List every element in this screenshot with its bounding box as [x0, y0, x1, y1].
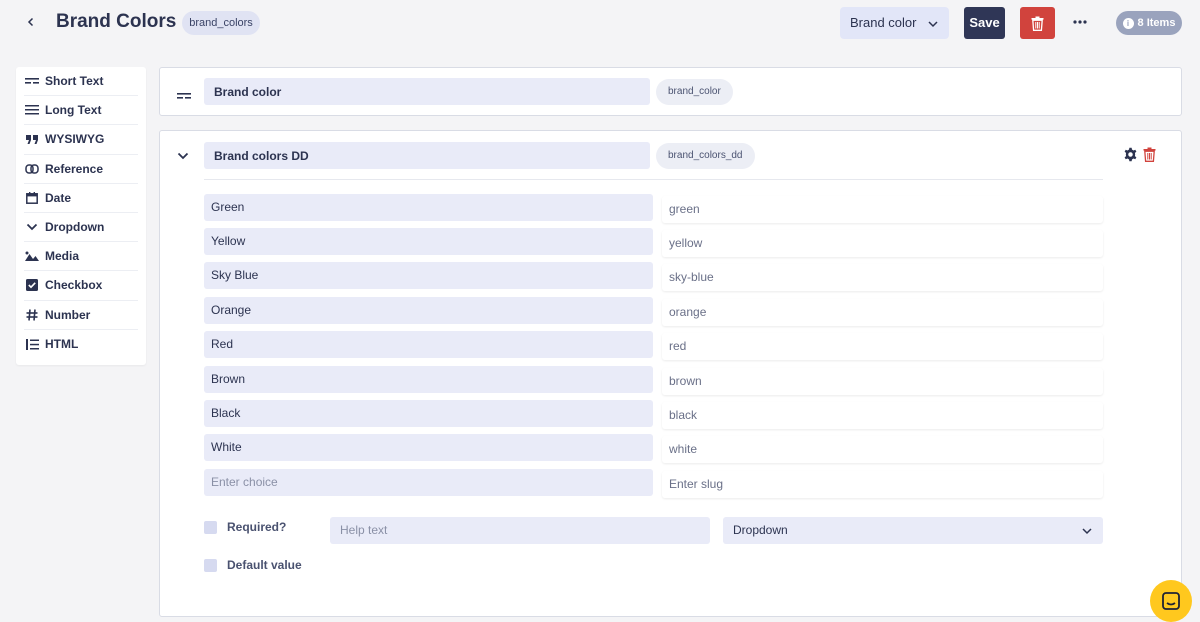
field-panel-brand-colors-dd: Brand colors DD brand_colors_dd Green gr…: [159, 130, 1182, 617]
choice-label-input[interactable]: Black: [204, 400, 653, 427]
sidebar-item-checkbox[interactable]: Checkbox: [24, 271, 138, 301]
field-select-value: Brand color: [850, 15, 917, 30]
chat-icon: [1162, 592, 1180, 610]
choice-slug-input[interactable]: black: [662, 402, 1103, 429]
new-slug-input[interactable]: Enter slug: [662, 471, 1103, 498]
hash-icon: [24, 308, 40, 322]
chevron-down-icon: [1081, 517, 1093, 544]
sidebar-item-label: Reference: [45, 161, 104, 176]
collection-slug-badge: brand_colors: [182, 11, 260, 35]
field-type-sidebar: Short Text Long Text WYSIWYG Reference D…: [16, 67, 146, 365]
field-type-select[interactable]: Dropdown: [723, 517, 1103, 544]
sidebar-item-label: Media: [45, 249, 80, 264]
sidebar-item-media[interactable]: Media: [24, 242, 138, 272]
sidebar-item-reference[interactable]: Reference: [24, 155, 138, 184]
choice-slug-input[interactable]: white: [662, 436, 1103, 463]
sidebar-item-long-text[interactable]: Long Text: [24, 96, 138, 126]
sidebar-item-label: Dropdown: [45, 220, 105, 235]
sidebar-item-label: Long Text: [45, 103, 102, 118]
choice-slug-input[interactable]: yellow: [662, 230, 1103, 257]
sidebar-item-html[interactable]: HTML: [24, 330, 138, 359]
required-option: Required?: [204, 520, 286, 534]
items-count-text: 8 Items: [1137, 17, 1176, 29]
choice-row: Green green: [204, 194, 1103, 223]
short-text-icon: [24, 74, 40, 88]
chevron-down-icon: [927, 7, 939, 39]
list-icon: [24, 337, 40, 351]
sidebar-item-label: Date: [45, 190, 72, 205]
info-icon: i: [1122, 17, 1134, 29]
required-label: Required?: [227, 520, 287, 534]
choice-row: Brown brown: [204, 366, 1103, 395]
choice-slug-input[interactable]: orange: [662, 299, 1103, 326]
field-name-input[interactable]: Brand colors DD: [204, 142, 650, 169]
choice-label-input[interactable]: Green: [204, 194, 653, 221]
delete-button[interactable]: [1020, 7, 1055, 39]
sidebar-item-label: HTML: [45, 337, 79, 352]
field-type-select-value: Dropdown: [733, 523, 788, 537]
back-icon[interactable]: [22, 13, 40, 31]
gear-icon[interactable]: [1123, 147, 1139, 163]
short-text-icon[interactable]: [177, 87, 191, 99]
sidebar-item-number[interactable]: Number: [24, 301, 138, 330]
chat-launcher-button[interactable]: [1150, 580, 1192, 622]
choice-row: Red red: [204, 331, 1103, 360]
trash-icon[interactable]: [1143, 147, 1159, 163]
sidebar-item-wysiwyg[interactable]: WYSIWYG: [24, 125, 138, 155]
more-options-icon[interactable]: [1070, 12, 1090, 32]
choice-row: Black black: [204, 400, 1103, 429]
field-slug-badge: brand_colors_dd: [656, 143, 755, 169]
default-value-option: Default value: [204, 558, 302, 572]
top-bar: Brand Colors brand_colors Brand color Sa…: [0, 0, 1200, 46]
choice-row: White white: [204, 434, 1103, 463]
required-checkbox[interactable]: [204, 520, 217, 534]
long-text-icon: [24, 103, 40, 117]
field-panel-brand-color: Brand color brand_color: [159, 67, 1182, 116]
trash-icon: [1031, 16, 1044, 31]
help-text-input[interactable]: Help text: [330, 517, 710, 544]
choice-slug-input[interactable]: sky-blue: [662, 264, 1103, 291]
sidebar-item-short-text[interactable]: Short Text: [24, 67, 138, 97]
collapse-chevron-icon[interactable]: [176, 149, 190, 163]
choice-label-input[interactable]: Yellow: [204, 228, 653, 255]
sidebar-item-label: WYSIWYG: [45, 132, 105, 147]
choice-row: Yellow yellow: [204, 228, 1103, 257]
choice-label-input[interactable]: Sky Blue: [204, 262, 653, 289]
choice-label-input[interactable]: White: [204, 434, 653, 461]
choice-label-input[interactable]: Orange: [204, 297, 653, 324]
quote-icon: [24, 132, 40, 146]
page-title: Brand Colors: [56, 11, 177, 32]
sidebar-item-date[interactable]: Date: [24, 184, 138, 213]
choice-row-new: Enter choice Enter slug: [204, 469, 1103, 498]
choice-row: Sky Blue sky-blue: [204, 262, 1103, 291]
default-value-checkbox[interactable]: [204, 558, 217, 572]
checkbox-icon: [24, 278, 40, 292]
field-select[interactable]: Brand color: [840, 7, 949, 39]
sidebar-item-label: Number: [45, 307, 91, 322]
new-choice-input[interactable]: Enter choice: [204, 469, 653, 496]
choice-slug-input[interactable]: green: [662, 196, 1103, 223]
choice-label-input[interactable]: Red: [204, 331, 653, 358]
chevron-down-icon: [24, 220, 40, 234]
save-button[interactable]: Save: [964, 7, 1005, 39]
choice-slug-input[interactable]: red: [662, 333, 1103, 360]
sidebar-item-dropdown[interactable]: Dropdown: [24, 213, 138, 243]
items-count-badge: i 8 Items: [1116, 11, 1182, 35]
field-slug-badge: brand_color: [656, 79, 733, 105]
sidebar-item-label: Checkbox: [45, 278, 103, 293]
link-icon: [24, 162, 40, 176]
calendar-icon: [24, 191, 40, 205]
choice-label-input[interactable]: Brown: [204, 366, 653, 393]
choice-slug-input[interactable]: brown: [662, 368, 1103, 395]
field-name-input[interactable]: Brand color: [204, 78, 650, 105]
default-value-label: Default value: [227, 558, 302, 572]
image-icon: [24, 249, 40, 263]
divider: [204, 179, 1103, 180]
sidebar-item-label: Short Text: [45, 74, 104, 89]
choice-row: Orange orange: [204, 297, 1103, 326]
